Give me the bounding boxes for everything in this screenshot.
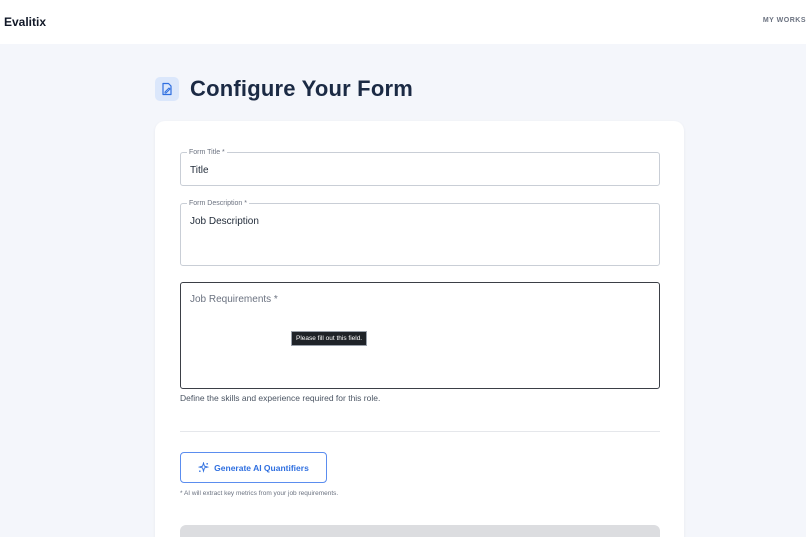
validation-tooltip: Please fill out this field. bbox=[291, 331, 368, 346]
job-requirements-placeholder: Job Requirements * bbox=[190, 294, 278, 305]
form-title-label: Form Title * bbox=[187, 148, 227, 157]
job-requirements-helper: Define the skills and experience require… bbox=[180, 393, 381, 403]
form-title-field[interactable]: Form Title * Title bbox=[180, 148, 660, 186]
generate-ai-quantifiers-button[interactable]: Generate AI Quantifiers bbox=[180, 452, 327, 483]
form-title-input[interactable]: Title bbox=[190, 165, 209, 176]
divider bbox=[180, 431, 660, 432]
generate-ai-quantifiers-label: Generate AI Quantifiers bbox=[214, 462, 309, 473]
sparkle-icon bbox=[198, 462, 210, 473]
page-title: Configure Your Form bbox=[190, 76, 413, 101]
form-card: Form Title * Title Form Description * Jo… bbox=[155, 121, 684, 537]
form-description-field[interactable]: Form Description * Job Description bbox=[180, 199, 660, 266]
nav-my-works[interactable]: MY WORKS bbox=[763, 17, 806, 24]
ai-note: * AI will extract key metrics from your … bbox=[180, 490, 339, 497]
submit-button[interactable] bbox=[180, 525, 660, 537]
brand-logo[interactable]: Evalitix bbox=[4, 15, 46, 29]
form-description-input[interactable]: Job Description bbox=[190, 216, 259, 227]
form-edit-icon bbox=[155, 77, 179, 101]
form-description-label: Form Description * bbox=[187, 199, 249, 208]
top-bar: Evalitix MY WORKS bbox=[0, 0, 806, 44]
job-requirements-field[interactable]: Job Requirements * Please fill out this … bbox=[180, 282, 660, 389]
page-header: Configure Your Form bbox=[155, 74, 413, 104]
